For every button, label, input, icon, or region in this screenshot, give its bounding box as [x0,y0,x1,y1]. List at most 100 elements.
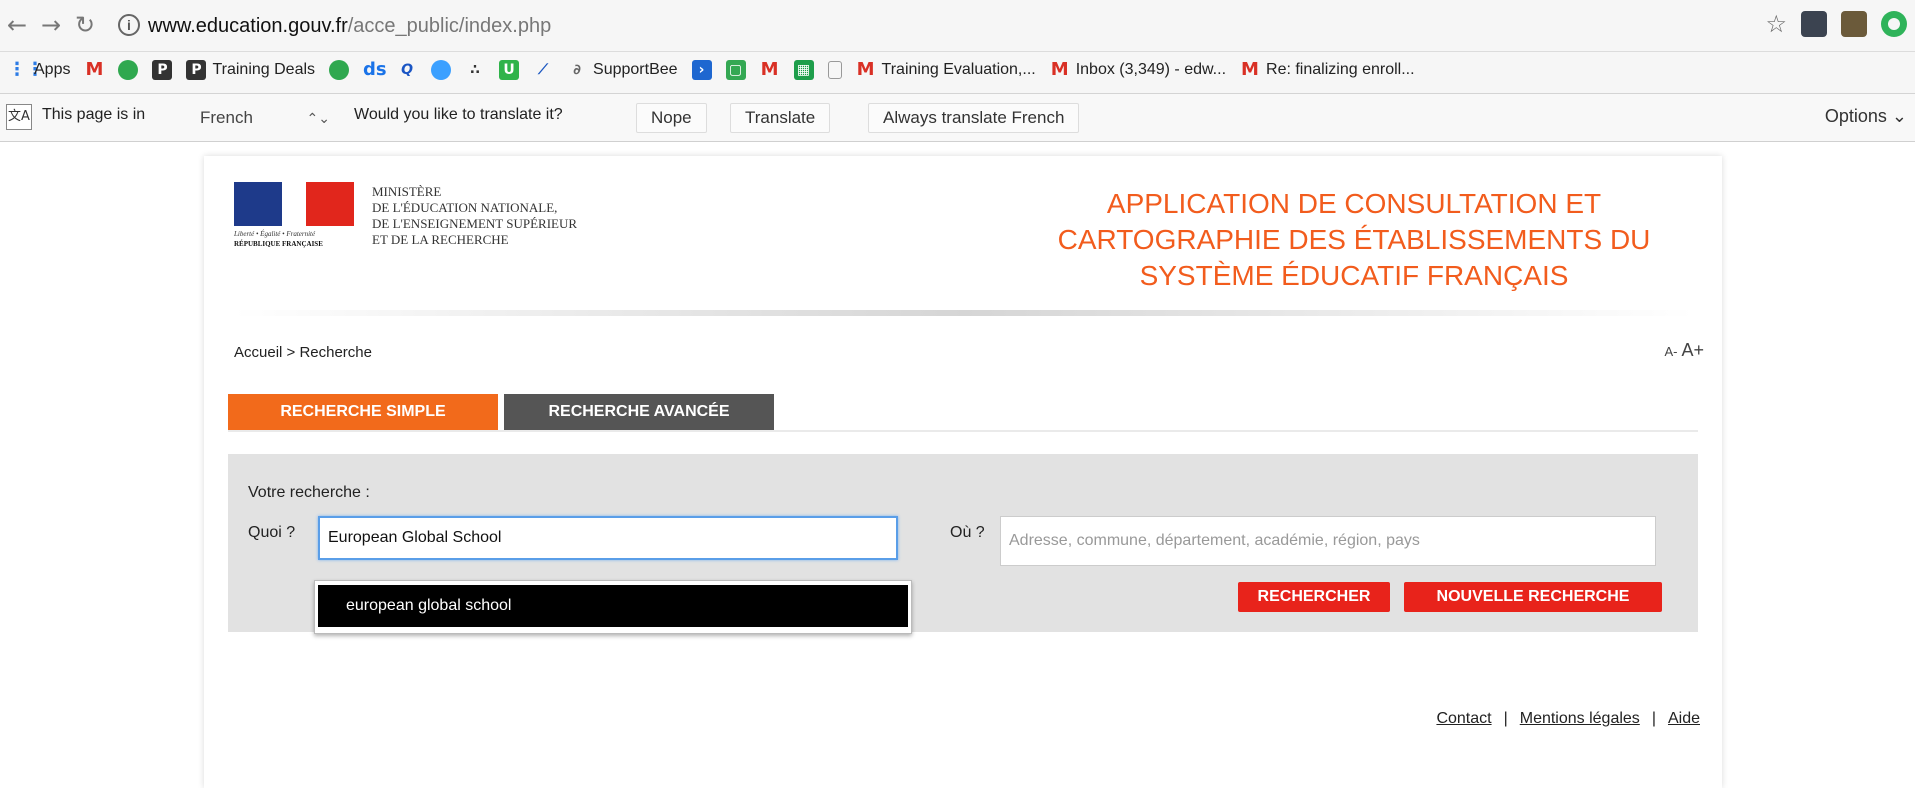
bookmark-item[interactable]: › [691,60,712,80]
bookmark-item[interactable]: P Training Deals [186,60,315,80]
nope-button[interactable]: Nope [636,103,707,133]
extension-green-icon[interactable] [1881,11,1907,37]
back-arrow-icon[interactable]: ← [0,12,34,40]
bookmark-item[interactable] [827,61,842,79]
app-title: APPLICATION DE CONSULTATION ET CARTOGRAP… [1014,186,1694,294]
ministry-name: MINISTÈRE DE L'ÉDUCATION NATIONALE, DE L… [372,184,577,248]
bookmark-item[interactable]: M [760,60,780,80]
bookmark-item[interactable]: ▢ [725,60,746,80]
toolbar-icons: ☆ [1765,10,1907,38]
bookmark-item[interactable] [431,60,452,80]
reload-icon[interactable]: ↻ [68,12,102,40]
translate-question: Would you like to translate it? [354,106,563,123]
bookmark-item[interactable]: ∂ SupportBee [567,60,678,80]
extension-dark-icon[interactable] [1801,11,1827,37]
doc-icon [827,61,842,79]
bookmark-item[interactable]: Q [397,60,417,80]
options-label: Options [1824,106,1887,126]
increase-font-button[interactable]: A+ [1681,340,1704,360]
options-menu[interactable]: Options ⌄ [1825,106,1907,127]
bookmark-item[interactable]: M [84,60,104,80]
square-icon: ▢ [725,60,746,80]
bookmark-label: Inbox (3,349) - edw... [1075,61,1227,78]
tab-advanced-search[interactable]: RECHERCHE AVANCÉE [504,394,774,430]
font-size-controls: A- A+ [1664,340,1704,361]
bookmark-item[interactable]: ⋮⋮ Apps [8,60,70,80]
green-circle-icon [118,60,139,80]
footer-links: Contact | Mentions légales | Aide [1436,710,1700,728]
search-heading: Votre recherche : [248,484,370,501]
extension-tan-icon[interactable] [1841,11,1867,37]
separator: | [1651,710,1656,727]
search-button[interactable]: RECHERCHER [1238,582,1390,612]
bookmark-label: Re: finalizing enroll... [1266,61,1415,78]
bookmarks-list: ⋮⋮ Apps M P P Training Deals ds Q ∴ U ⟋ ∂ SupportBee… [8,60,1415,80]
gmail-icon: M [760,59,779,80]
u-icon: U [499,60,520,80]
marianne-flag-icon [234,182,354,226]
translate-button[interactable]: Translate [730,103,831,133]
ou-input[interactable]: Adresse, commune, département, académie,… [1000,516,1656,566]
bookmark-item[interactable] [118,60,139,80]
language-select-value: French [200,108,253,127]
bookmark-item[interactable]: P [152,60,173,80]
blue-circle-icon [431,60,452,80]
bookmark-star-icon[interactable]: ☆ [1765,10,1787,38]
bookmark-label: Apps [34,61,71,78]
translate-bar: 文A This page is in French ⌃⌄ Would you li… [0,94,1915,142]
bookmark-item[interactable]: M Re: finalizing enroll... [1240,59,1415,80]
separator: | [1503,710,1508,727]
site-header: Liberté • Égalité • Fraternité RÉPUBLIQU… [204,156,1722,326]
info-icon[interactable]: i [118,14,140,36]
logo-republic: RÉPUBLIQUE FRANÇAISE [234,240,323,248]
q-icon: Q [401,62,413,78]
bookmark-label: Training Evaluation,... [881,61,1036,78]
ds-icon: ds [363,59,387,80]
arrow-icon: › [691,60,712,80]
green-dot-icon [329,60,350,80]
new-search-button[interactable]: NOUVELLE RECHERCHE [1404,582,1662,612]
bookmark-item[interactable]: U [499,60,520,80]
header-divider [234,310,1694,316]
bookmark-item[interactable]: M Training Evaluation,... [856,60,1036,80]
url-path: /acce_public/index.php [347,15,552,37]
page-card: Liberté • Égalité • Fraternité RÉPUBLIQU… [204,156,1722,788]
ministry-line: MINISTÈRE [372,184,442,199]
p-icon: P [152,60,173,80]
chevron-down-icon: ⌄ [1891,106,1907,126]
ministry-line: ET DE LA RECHERCHE [372,232,509,247]
bookmark-item[interactable]: ▦ [793,60,814,80]
tab-simple-search[interactable]: RECHERCHE SIMPLE [228,394,498,430]
chart-icon: ⟋ [538,62,548,78]
bookmark-item[interactable]: M Inbox (3,349) - edw... [1050,60,1226,80]
bookmark-label: SupportBee [593,61,678,78]
bookmark-item[interactable]: ⟋ [533,60,553,80]
quoi-input[interactable]: European Global School [318,516,898,560]
autocomplete-dropdown: european global school [314,580,912,634]
contact-link[interactable]: Contact [1436,710,1491,727]
legal-link[interactable]: Mentions légales [1520,710,1640,727]
always-translate-button[interactable]: Always translate French [868,103,1080,133]
bookmark-item[interactable]: ds [363,59,387,80]
url-host: www.education.gouv.fr [148,15,348,37]
translate-icon: 文A [6,104,32,130]
bookmark-item[interactable]: ∴ [465,60,485,80]
translate-prefix: This page is in [42,106,146,123]
updown-caret-icon: ⌃⌄ [306,110,330,126]
p-icon: P [186,60,207,80]
breadcrumb[interactable]: Accueil > Recherche [234,344,372,361]
gmail-icon: M [85,59,104,80]
url-field[interactable]: www.education.gouv.fr/acce_public/index.… [148,12,551,40]
ou-label: Où ? [950,524,985,541]
quoi-label: Quoi ? [248,524,296,541]
sheet-icon: ▦ [793,60,814,80]
help-link[interactable]: Aide [1668,710,1700,727]
language-select[interactable]: French ⌃⌄ [200,103,330,133]
bookmark-item[interactable] [329,60,350,80]
decrease-font-button[interactable]: A- [1664,344,1677,359]
forward-arrow-icon[interactable]: → [34,12,68,40]
app-title-line: CARTOGRAPHIE DES ÉTABLISSEMENTS DU [1057,224,1651,255]
gmail-icon: M [1241,59,1259,80]
autocomplete-suggestion[interactable]: european global school [318,585,908,627]
bookmarks-bar: ⋮⋮ Apps M P P Training Deals ds Q ∴ U ⟋ ∂ SupportBee… [0,52,1915,94]
